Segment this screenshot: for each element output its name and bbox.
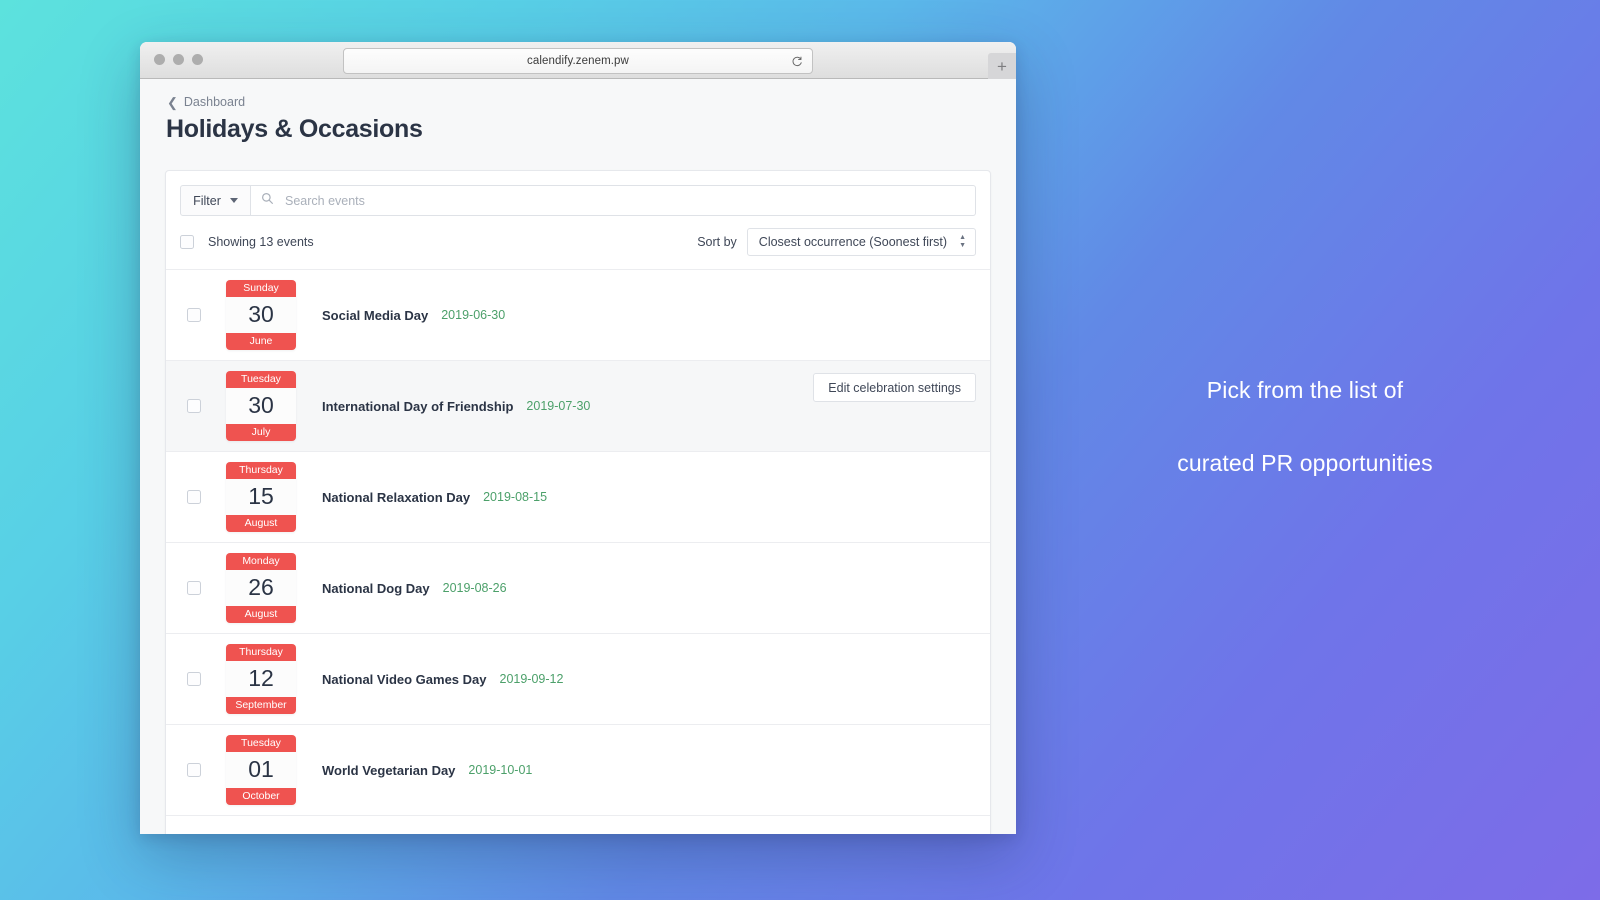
event-date: 2019-07-30 [526,399,590,413]
marketing-copy: Pick from the list of curated PR opportu… [1065,378,1545,477]
event-month: September [226,697,296,715]
event-date-badge: Tuesday 30 July [226,371,296,441]
event-date: 2019-10-01 [468,763,532,777]
event-weekday: Sunday [226,280,296,298]
event-month: August [226,606,296,624]
event-weekday: Thursday [226,644,296,662]
event-weekday: Thursday [226,462,296,480]
event-month: October [226,788,296,806]
filter-button-label: Filter [193,194,221,208]
event-month: August [226,515,296,533]
row-checkbox[interactable] [187,763,201,777]
events-card: Filter Show [165,170,991,834]
sort-select-value: Closest occurrence (Soonest first) [759,235,947,249]
browser-window: calendify.zenem.pw + ❮ Dashboard Holiday… [140,42,1016,834]
event-name: International Day of Friendship [322,399,513,414]
breadcrumb[interactable]: ❮ Dashboard [167,95,1016,109]
filter-button[interactable]: Filter [180,185,251,216]
edit-celebration-settings-label: Edit celebration settings [828,381,961,395]
event-day-number: 26 [226,570,296,605]
events-subbar: Showing 13 events Sort by Closest occurr… [166,216,990,269]
event-name: National Dog Day [322,581,430,596]
event-date: 2019-09-12 [500,672,564,686]
table-row[interactable]: Thursday 12 September National Video Gam… [166,633,990,724]
events-toolbar: Filter [166,171,990,216]
event-month: June [226,333,296,351]
search-icon [261,192,274,210]
reload-icon[interactable] [791,55,803,67]
row-checkbox[interactable] [187,490,201,504]
row-checkbox[interactable] [187,399,201,413]
marketing-line-2: curated PR opportunities [1065,451,1545,477]
table-row[interactable]: Thursday 15 August National Relaxation D… [166,451,990,542]
sort-controls: Sort by Closest occurrence (Soonest firs… [697,228,976,256]
up-down-arrows-icon: ▲▼ [959,235,966,249]
sort-select[interactable]: Closest occurrence (Soonest first) ▲▼ [747,228,976,256]
event-date-badge: Sunday 30 June [226,280,296,350]
table-row[interactable]: Sunday 30 June Social Media Day 2019-06-… [166,269,990,360]
event-name: World Vegetarian Day [322,763,455,778]
row-checkbox[interactable] [187,581,201,595]
row-checkbox[interactable] [187,672,201,686]
event-date-badge: Thursday 12 September [226,644,296,714]
event-day-number: 30 [226,297,296,332]
plus-icon: + [997,58,1007,75]
event-weekday: Monday [226,553,296,571]
window-traffic-lights[interactable] [154,54,203,65]
browser-chrome: calendify.zenem.pw + [140,42,1016,79]
app-page: ❮ Dashboard Holidays & Occasions Filter [140,79,1016,834]
breadcrumb-label: Dashboard [184,95,245,109]
marketing-line-1: Pick from the list of [1207,377,1403,403]
event-date-badge: Tuesday 01 October [226,735,296,805]
event-day-number: 30 [226,388,296,423]
screen: calendify.zenem.pw + ❮ Dashboard Holiday… [0,0,1600,900]
chevron-left-icon: ❮ [167,96,178,109]
close-window-icon[interactable] [154,54,165,65]
event-date-badge: Thursday 15 August [226,462,296,532]
event-day-number: 12 [226,661,296,696]
event-name: Social Media Day [322,308,428,323]
address-bar[interactable]: calendify.zenem.pw [343,48,813,74]
showing-count-label: Showing 13 events [208,235,314,249]
search-input[interactable] [283,193,965,209]
row-checkbox[interactable] [187,308,201,322]
event-weekday: Tuesday [226,371,296,389]
event-date: 2019-08-26 [443,581,507,595]
url-text: calendify.zenem.pw [527,55,629,67]
event-name: National Relaxation Day [322,490,470,505]
event-name: National Video Games Day [322,672,487,687]
event-weekday: Tuesday [226,735,296,753]
table-row[interactable]: Tuesday 30 July International Day of Fri… [166,360,990,451]
table-row[interactable]: Friday [166,815,990,834]
table-row[interactable]: Tuesday 01 October World Vegetarian Day … [166,724,990,815]
event-day-number: 01 [226,752,296,787]
edit-celebration-settings-button[interactable]: Edit celebration settings [813,373,976,402]
minimize-window-icon[interactable] [173,54,184,65]
search-field-wrapper[interactable] [251,185,976,216]
new-tab-button[interactable]: + [988,53,1016,79]
chevron-down-icon [230,198,238,203]
event-date: 2019-08-15 [483,490,547,504]
event-day-number: 15 [226,479,296,514]
event-month: July [226,424,296,442]
sort-by-label: Sort by [697,235,737,249]
table-row[interactable]: Monday 26 August National Dog Day 2019-0… [166,542,990,633]
select-all-checkbox[interactable] [180,235,194,249]
zoom-window-icon[interactable] [192,54,203,65]
event-date: 2019-06-30 [441,308,505,322]
event-date-badge: Monday 26 August [226,553,296,623]
page-title: Holidays & Occasions [166,115,1016,144]
